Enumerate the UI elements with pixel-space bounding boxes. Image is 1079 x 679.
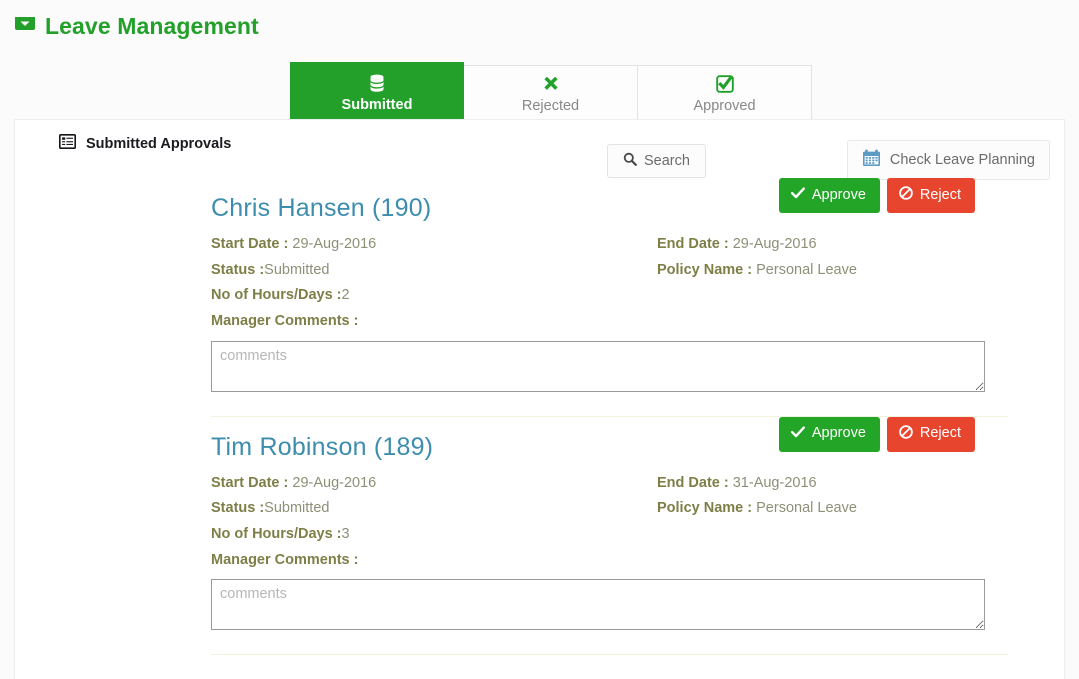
inbox-icon bbox=[14, 14, 36, 38]
record-divider bbox=[211, 654, 1008, 656]
end-date-value: 31-Aug-2016 bbox=[732, 474, 817, 491]
record-details-right: End Date : 29-Aug-2016 Policy Name : Per… bbox=[657, 236, 1008, 330]
search-button[interactable]: Search bbox=[607, 144, 706, 178]
approve-button[interactable]: Approve bbox=[778, 178, 880, 213]
policy-name-value: Personal Leave bbox=[756, 500, 857, 517]
policy-name-field: Policy Name : Personal Leave bbox=[657, 262, 1008, 279]
tabs-bar: Submitted Rejected Approved bbox=[0, 62, 1079, 124]
section-title: Submitted Approvals bbox=[59, 134, 231, 153]
ban-icon bbox=[899, 186, 913, 205]
record-details: Start Date : 29-Aug-2016 Status :Submitt… bbox=[211, 475, 1008, 569]
approve-button-label: Approve bbox=[811, 425, 866, 442]
status-label: Status : bbox=[211, 500, 265, 517]
page-header: Leave Management bbox=[0, 0, 1079, 62]
hours-days-value: 3 bbox=[341, 526, 350, 543]
check-square-icon bbox=[714, 73, 736, 95]
approve-button[interactable]: Approve bbox=[778, 416, 880, 452]
status-value: Submitted bbox=[264, 500, 330, 517]
calendar-icon bbox=[862, 149, 881, 171]
end-date-label: End Date : bbox=[657, 236, 729, 252]
search-icon bbox=[623, 152, 637, 170]
approval-record: Approve Reject Tim Robinson (189) Start … bbox=[15, 416, 1064, 631]
panel-toolbar: Submitted Approvals Search Check Leave P… bbox=[15, 120, 1064, 180]
record-actions: Approve Reject bbox=[778, 416, 975, 452]
status-value: Submitted bbox=[264, 261, 330, 278]
record-details-left: Start Date : 29-Aug-2016 Status :Submitt… bbox=[211, 475, 657, 569]
manager-comments-label: Manager Comments : bbox=[211, 551, 359, 568]
status-field: Status :Submitted bbox=[211, 500, 657, 517]
start-date-value: 29-Aug-2016 bbox=[292, 474, 377, 491]
manager-comments-field: Manager Comments : bbox=[211, 313, 657, 330]
comments-row bbox=[211, 340, 1008, 392]
start-date-label: Start Date : bbox=[211, 474, 289, 491]
start-date-label: Start Date : bbox=[211, 236, 289, 252]
end-date-label: End Date : bbox=[657, 474, 729, 491]
check-leave-planning-button[interactable]: Check Leave Planning bbox=[846, 140, 1050, 180]
database-icon bbox=[366, 72, 388, 94]
record-details: Start Date : 29-Aug-2016 Status :Submitt… bbox=[211, 236, 1008, 330]
list-alt-icon bbox=[59, 134, 76, 153]
manager-comments-field: Manager Comments : bbox=[211, 552, 657, 569]
comments-row bbox=[211, 579, 1008, 631]
end-date-field: End Date : 31-Aug-2016 bbox=[657, 475, 1008, 492]
reject-button-label: Reject bbox=[919, 425, 961, 442]
section-title-text: Submitted Approvals bbox=[86, 135, 232, 152]
tab-submitted-label: Submitted bbox=[341, 96, 413, 113]
page-title-text: Leave Management bbox=[45, 12, 259, 39]
approval-record: Approve Reject Chris Hansen (190) Start … bbox=[15, 178, 1064, 392]
policy-name-label: Policy Name : bbox=[657, 261, 753, 278]
status-label: Status : bbox=[211, 261, 265, 278]
reject-button[interactable]: Reject bbox=[886, 416, 975, 452]
record-details-left: Start Date : 29-Aug-2016 Status :Submitt… bbox=[211, 236, 657, 330]
policy-name-field: Policy Name : Personal Leave bbox=[657, 500, 1008, 517]
check-icon bbox=[790, 426, 805, 443]
approve-button-label: Approve bbox=[811, 186, 866, 203]
reject-button[interactable]: Reject bbox=[886, 178, 975, 213]
tab-approved-label: Approved bbox=[693, 98, 756, 115]
ban-icon bbox=[899, 424, 913, 444]
tab-submitted[interactable]: Submitted bbox=[290, 62, 464, 124]
tab-group: Submitted Rejected Approved bbox=[290, 62, 812, 124]
check-icon bbox=[790, 187, 805, 204]
hours-days-label: No of Hours/Days : bbox=[211, 287, 342, 304]
manager-comments-input[interactable] bbox=[211, 340, 985, 392]
start-date-field: Start Date : 29-Aug-2016 bbox=[211, 475, 657, 492]
hours-days-field: No of Hours/Days :2 bbox=[211, 287, 657, 304]
search-button-label: Search bbox=[644, 153, 690, 169]
policy-name-label: Policy Name : bbox=[657, 500, 753, 517]
tab-approved[interactable]: Approved bbox=[638, 65, 812, 124]
record-details-right: End Date : 31-Aug-2016 Policy Name : Per… bbox=[657, 475, 1008, 569]
reject-button-label: Reject bbox=[919, 186, 961, 203]
page-title: Leave Management bbox=[14, 14, 1079, 38]
end-date-value: 29-Aug-2016 bbox=[732, 236, 817, 252]
approvals-panel: Submitted Approvals Search Check Leave P… bbox=[14, 119, 1065, 679]
tab-rejected-label: Rejected bbox=[521, 98, 580, 115]
tab-rejected[interactable]: Rejected bbox=[464, 65, 638, 124]
hours-days-value: 2 bbox=[341, 287, 350, 304]
start-date-value: 29-Aug-2016 bbox=[292, 236, 377, 252]
hours-days-field: No of Hours/Days :3 bbox=[211, 526, 657, 543]
manager-comments-input[interactable] bbox=[211, 579, 985, 631]
times-icon bbox=[540, 73, 562, 95]
check-leave-planning-label: Check Leave Planning bbox=[889, 152, 1035, 168]
manager-comments-label: Manager Comments : bbox=[211, 313, 359, 330]
hours-days-label: No of Hours/Days : bbox=[211, 526, 342, 543]
record-actions: Approve Reject bbox=[778, 178, 975, 213]
policy-name-value: Personal Leave bbox=[756, 261, 857, 278]
status-field: Status :Submitted bbox=[211, 262, 657, 279]
start-date-field: Start Date : 29-Aug-2016 bbox=[211, 236, 657, 253]
end-date-field: End Date : 29-Aug-2016 bbox=[657, 236, 1008, 253]
